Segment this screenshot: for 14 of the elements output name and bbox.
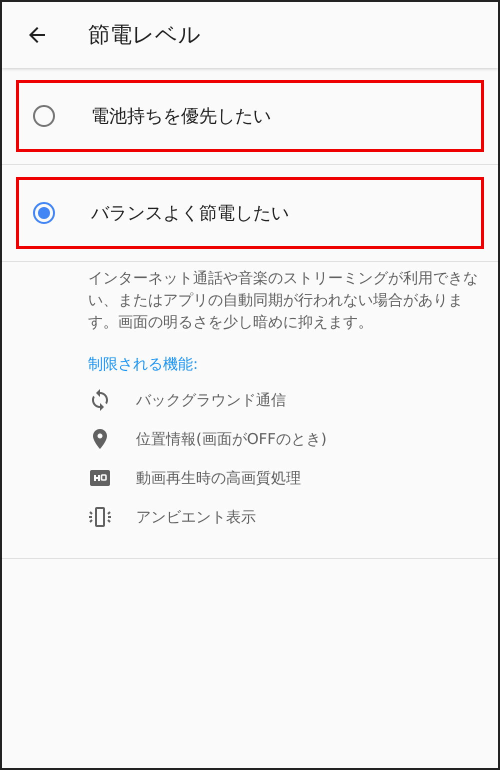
radio-button[interactable]: [33, 202, 55, 224]
option-label: バランスよく節電したい: [91, 202, 289, 226]
feature-label: アンビエント表示: [136, 506, 256, 528]
phone-vibrate-icon: [88, 505, 112, 529]
page-title: 節電レベル: [88, 22, 201, 50]
restricted-heading: 制限される機能:: [88, 354, 200, 375]
radio-option[interactable]: バランスよく節電したい: [16, 177, 484, 249]
feature-label: バックグラウンド通信: [136, 390, 286, 411]
radio-button[interactable]: [33, 105, 55, 127]
description-text: インターネット通話や音楽のストリーミングが利用できない、またはアプリの自動同期が行われない場合があります。画面の明るさを少し暗めに抑えます。: [88, 268, 479, 333]
feature-label: 位置情報(画面がOFFのとき): [136, 428, 327, 450]
feature-label: 動画再生時の高画質処理: [136, 468, 301, 489]
radio-option[interactable]: 電池持ちを優先したい: [16, 80, 484, 152]
option-label: 電池持ちを優先したい: [91, 104, 271, 128]
